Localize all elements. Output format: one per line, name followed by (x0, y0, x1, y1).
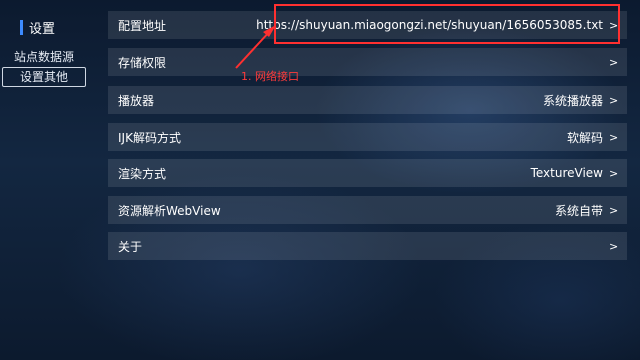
setting-row-config-url[interactable]: 配置地址 https://shuyuan.miaogongzi.net/shuy… (108, 11, 627, 39)
setting-right: https://shuyuan.miaogongzi.net/shuyuan/1… (256, 18, 619, 32)
setting-row-player[interactable]: 播放器 系统播放器 > (108, 86, 627, 114)
setting-row-about[interactable]: 关于 > (108, 232, 627, 260)
setting-label: 关于 (118, 239, 143, 254)
annotation-label: 1. 网络接口 (241, 70, 299, 83)
chevron-right-icon: > (609, 166, 619, 180)
chevron-right-icon: > (609, 93, 619, 107)
sidebar-item-site-data-source[interactable]: 站点数据源 (4, 47, 84, 67)
setting-right: 软解码 > (566, 129, 619, 146)
setting-right: > (609, 239, 619, 253)
setting-row-storage-permission[interactable]: 存储权限 > (108, 48, 627, 76)
setting-label: 配置地址 (118, 18, 167, 33)
setting-right: 系统播放器 > (542, 92, 619, 109)
setting-value: 系统自带 (554, 203, 603, 218)
setting-label: 资源解析WebView (118, 203, 221, 218)
setting-value: https://shuyuan.miaogongzi.net/shuyuan/1… (256, 18, 603, 32)
chevron-right-icon: > (609, 130, 619, 144)
sidebar-header: 设置 (20, 18, 55, 37)
setting-row-ijk-decoding[interactable]: IJK解码方式 软解码 > (108, 123, 627, 151)
setting-value: 系统播放器 (542, 93, 603, 108)
setting-label: 存储权限 (118, 55, 167, 70)
setting-label: 渲染方式 (118, 166, 167, 181)
sidebar-title: 设置 (29, 22, 56, 37)
chevron-right-icon: > (609, 18, 619, 32)
sidebar: 设置 站点数据源 设置其他 (0, 0, 96, 360)
setting-label: 播放器 (118, 93, 155, 108)
sidebar-item-other-settings[interactable]: 设置其他 (2, 67, 86, 87)
setting-row-render-mode[interactable]: 渲染方式 TextureView > (108, 159, 627, 187)
sidebar-accent-bar (20, 20, 23, 35)
setting-label: IJK解码方式 (118, 130, 181, 145)
setting-value: TextureView (530, 166, 603, 180)
setting-value: 软解码 (566, 130, 603, 145)
chevron-right-icon: > (609, 55, 619, 69)
setting-right: 系统自带 > (554, 202, 619, 219)
chevron-right-icon: > (609, 203, 619, 217)
setting-right: > (609, 55, 619, 69)
chevron-right-icon: > (609, 239, 619, 253)
setting-row-webview[interactable]: 资源解析WebView 系统自带 > (108, 196, 627, 224)
setting-right: TextureView > (530, 166, 619, 180)
